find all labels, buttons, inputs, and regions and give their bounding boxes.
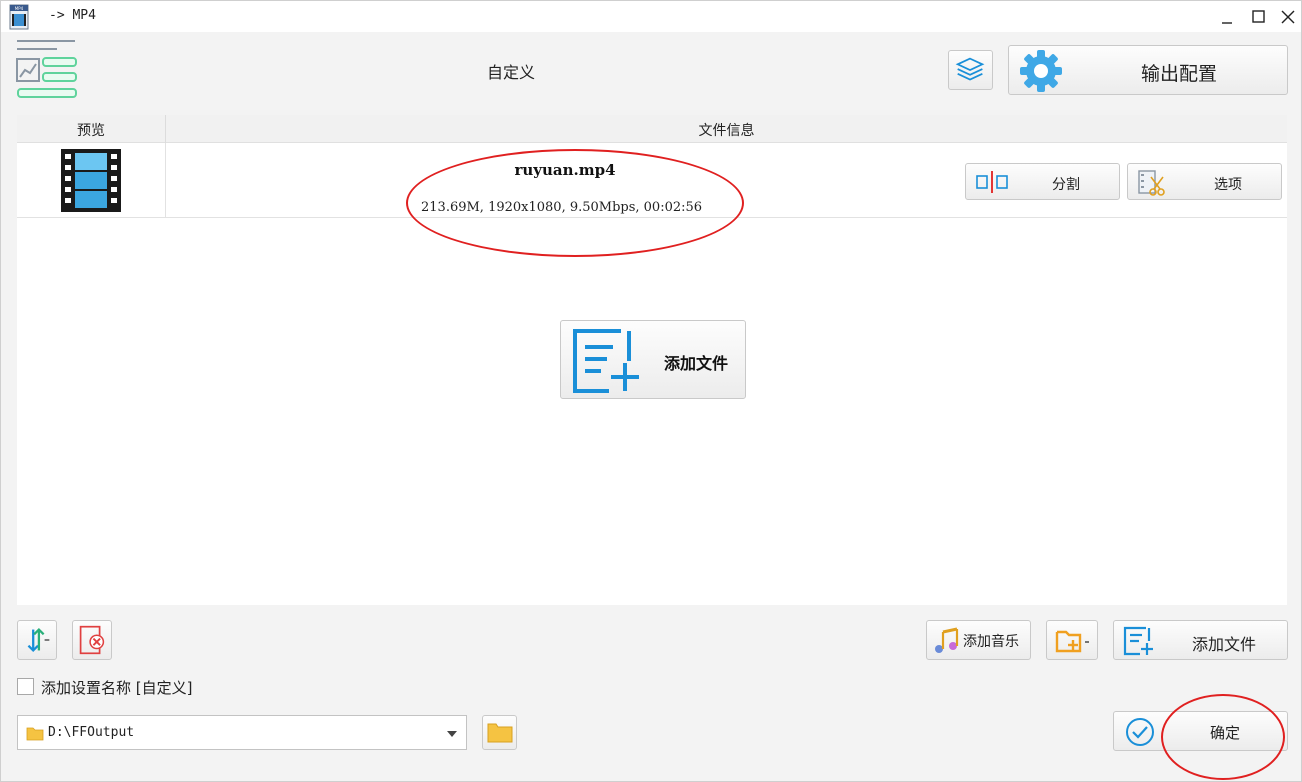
split-icon [976,171,1008,193]
svg-text:MP4: MP4 [15,6,24,11]
options-label: 选项 [1214,177,1242,193]
column-header-file-info: 文件信息 [698,123,755,139]
add-file-icon [1123,626,1153,656]
layers-button[interactable] [948,50,993,90]
add-file-label: 添加文件 [1192,635,1257,654]
add-file-icon [573,329,639,393]
layers-icon [955,57,985,81]
gear-icon [1020,50,1062,92]
output-path: D:\FFOutput [48,725,135,740]
output-path-select[interactable]: D:\FFOutput [17,715,467,750]
add-file-center-button[interactable]: 添加文件 [560,320,746,399]
add-music-button[interactable]: 添加音乐 [926,620,1031,660]
file-table: 预览 文件信息 ruyuan.mp4 213.69M, 1920x1080, 9… [17,115,1287,605]
maximize-icon[interactable] [1247,5,1271,29]
remove-file-button[interactable] [72,620,112,660]
add-music-label: 添加音乐 [963,634,1019,650]
window-title: -> MP4 [49,8,96,23]
output-config-button[interactable]: 输出配置 [1008,45,1288,95]
delete-file-icon [79,625,105,655]
film-strip-icon [61,149,121,212]
split-button[interactable]: 分割 [965,163,1120,200]
add-folder-icon [1055,630,1089,653]
browse-folder-button[interactable] [482,715,517,750]
title-bar: MP4 -> MP4 [1,1,1301,32]
sort-arrows-icon [27,627,50,653]
settings-list-icon [15,39,79,101]
check-circle-icon [1126,718,1154,746]
add-file-center-label: 添加文件 [664,354,729,373]
split-label: 分割 [1052,177,1080,193]
folder-icon [487,723,513,743]
preset-name: 自定义 [486,63,535,82]
mp4-file-icon: MP4 [7,4,31,30]
sort-button[interactable] [17,620,57,660]
table-header: 预览 文件信息 [17,115,1287,143]
annotation-circle [406,149,744,257]
add-file-button[interactable]: 添加文件 [1113,620,1288,660]
column-header-preview: 预览 [77,123,105,139]
folder-icon [26,727,44,741]
app-window: MP4 -> MP4 自定义 输出配置 预览 文件信息 ruyuan.mp4 2… [0,0,1302,782]
options-button[interactable]: 选项 [1127,163,1282,200]
chevron-down-icon [447,731,457,737]
column-divider [165,143,166,218]
output-config-label: 输出配置 [1140,63,1217,85]
add-preset-name-checkbox[interactable] [17,678,34,695]
annotation-circle [1161,694,1285,780]
video-scissors-icon [1138,170,1165,196]
minimize-icon[interactable] [1216,5,1240,29]
add-preset-name-label: 添加设置名称 [自定义] [41,679,193,697]
add-folder-button[interactable] [1046,620,1098,660]
close-icon[interactable] [1276,5,1300,29]
music-note-icon [935,627,959,653]
